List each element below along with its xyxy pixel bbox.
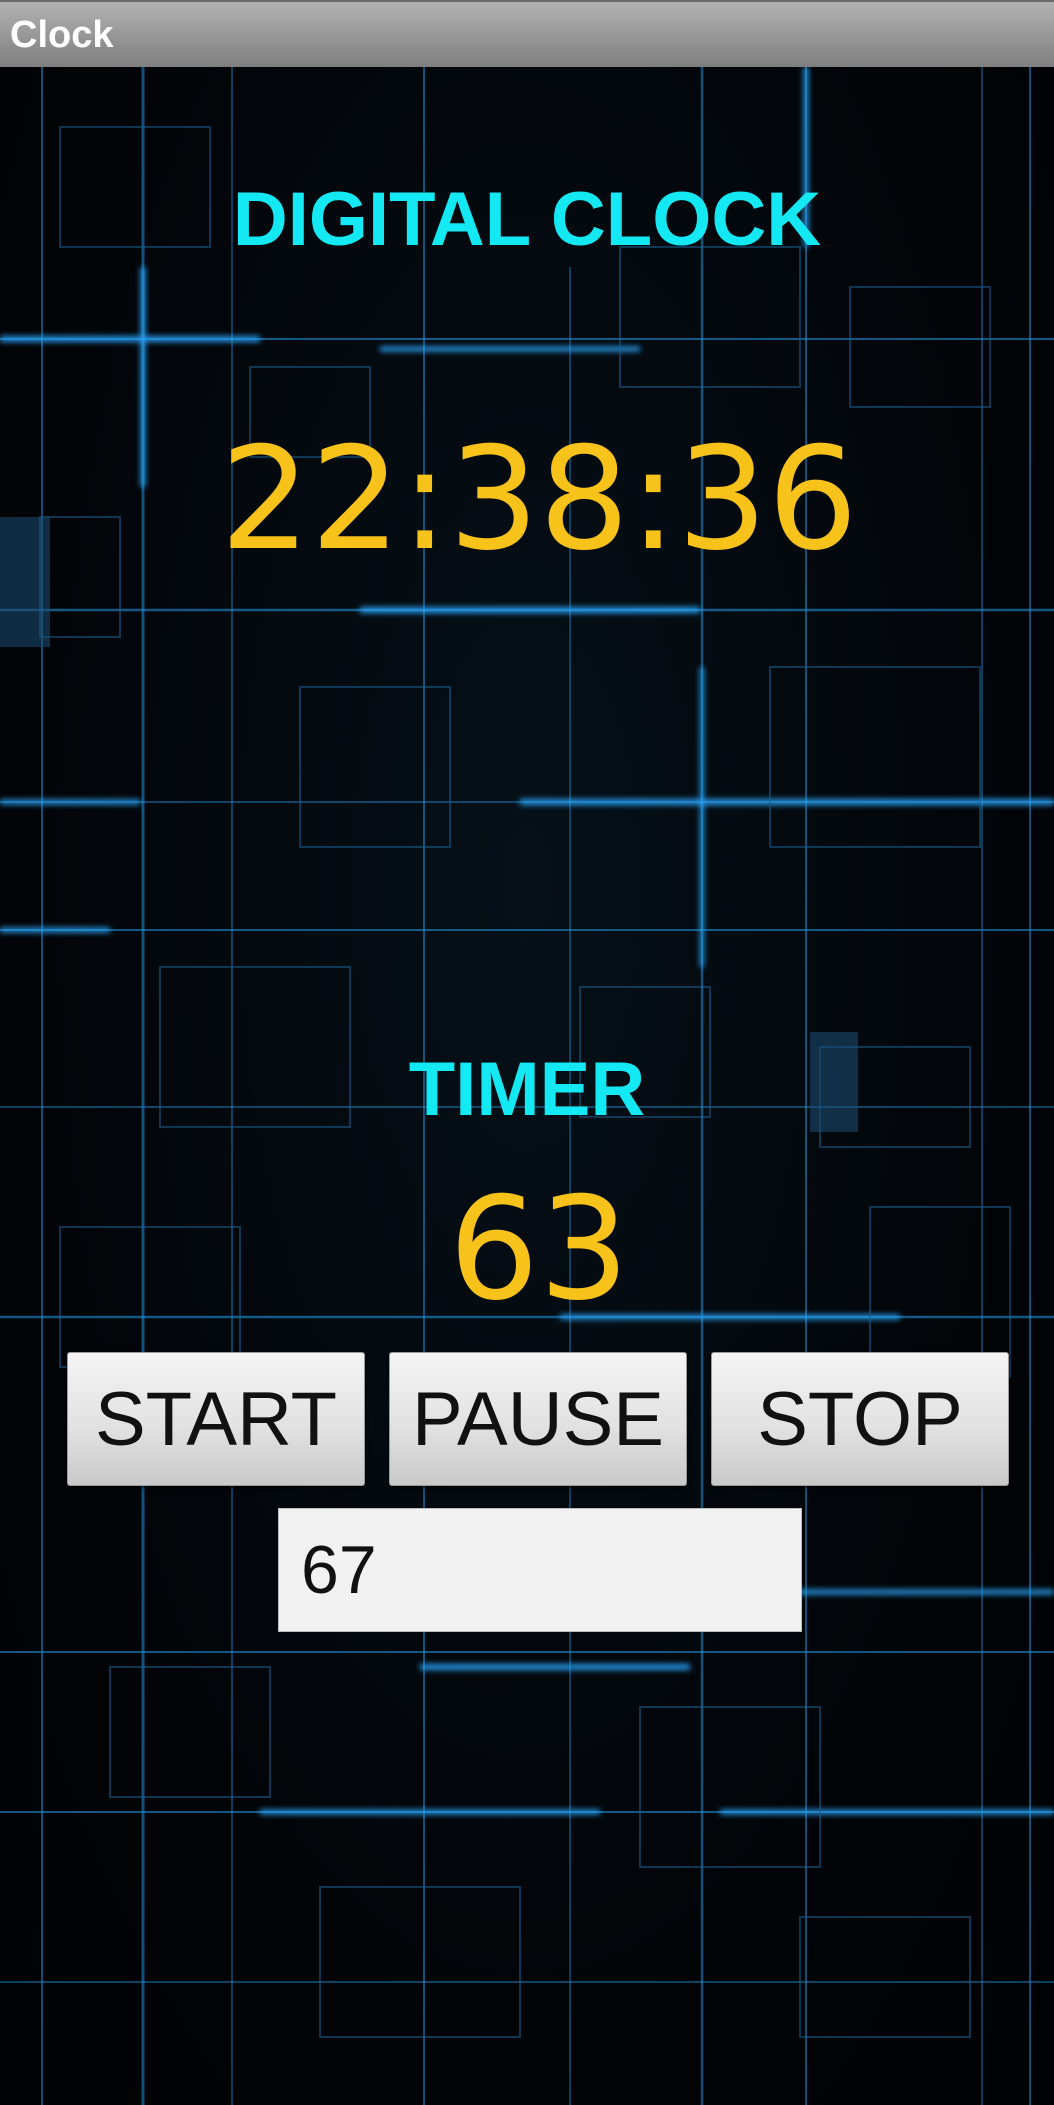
stop-button[interactable]: STOP	[711, 1352, 1009, 1486]
start-button[interactable]: START	[67, 1352, 365, 1486]
timer-seconds-input[interactable]	[278, 1508, 802, 1632]
clock-time-display: 22:38:36	[220, 417, 858, 582]
digital-clock-heading: DIGITAL CLOCK	[232, 177, 822, 262]
window-title: Clock	[10, 14, 114, 56]
timer-value-display: 63	[448, 1167, 630, 1332]
title-bar: Clock	[0, 0, 1054, 67]
timer-heading: TIMER	[408, 1047, 646, 1132]
pause-button[interactable]: PAUSE	[389, 1352, 687, 1486]
